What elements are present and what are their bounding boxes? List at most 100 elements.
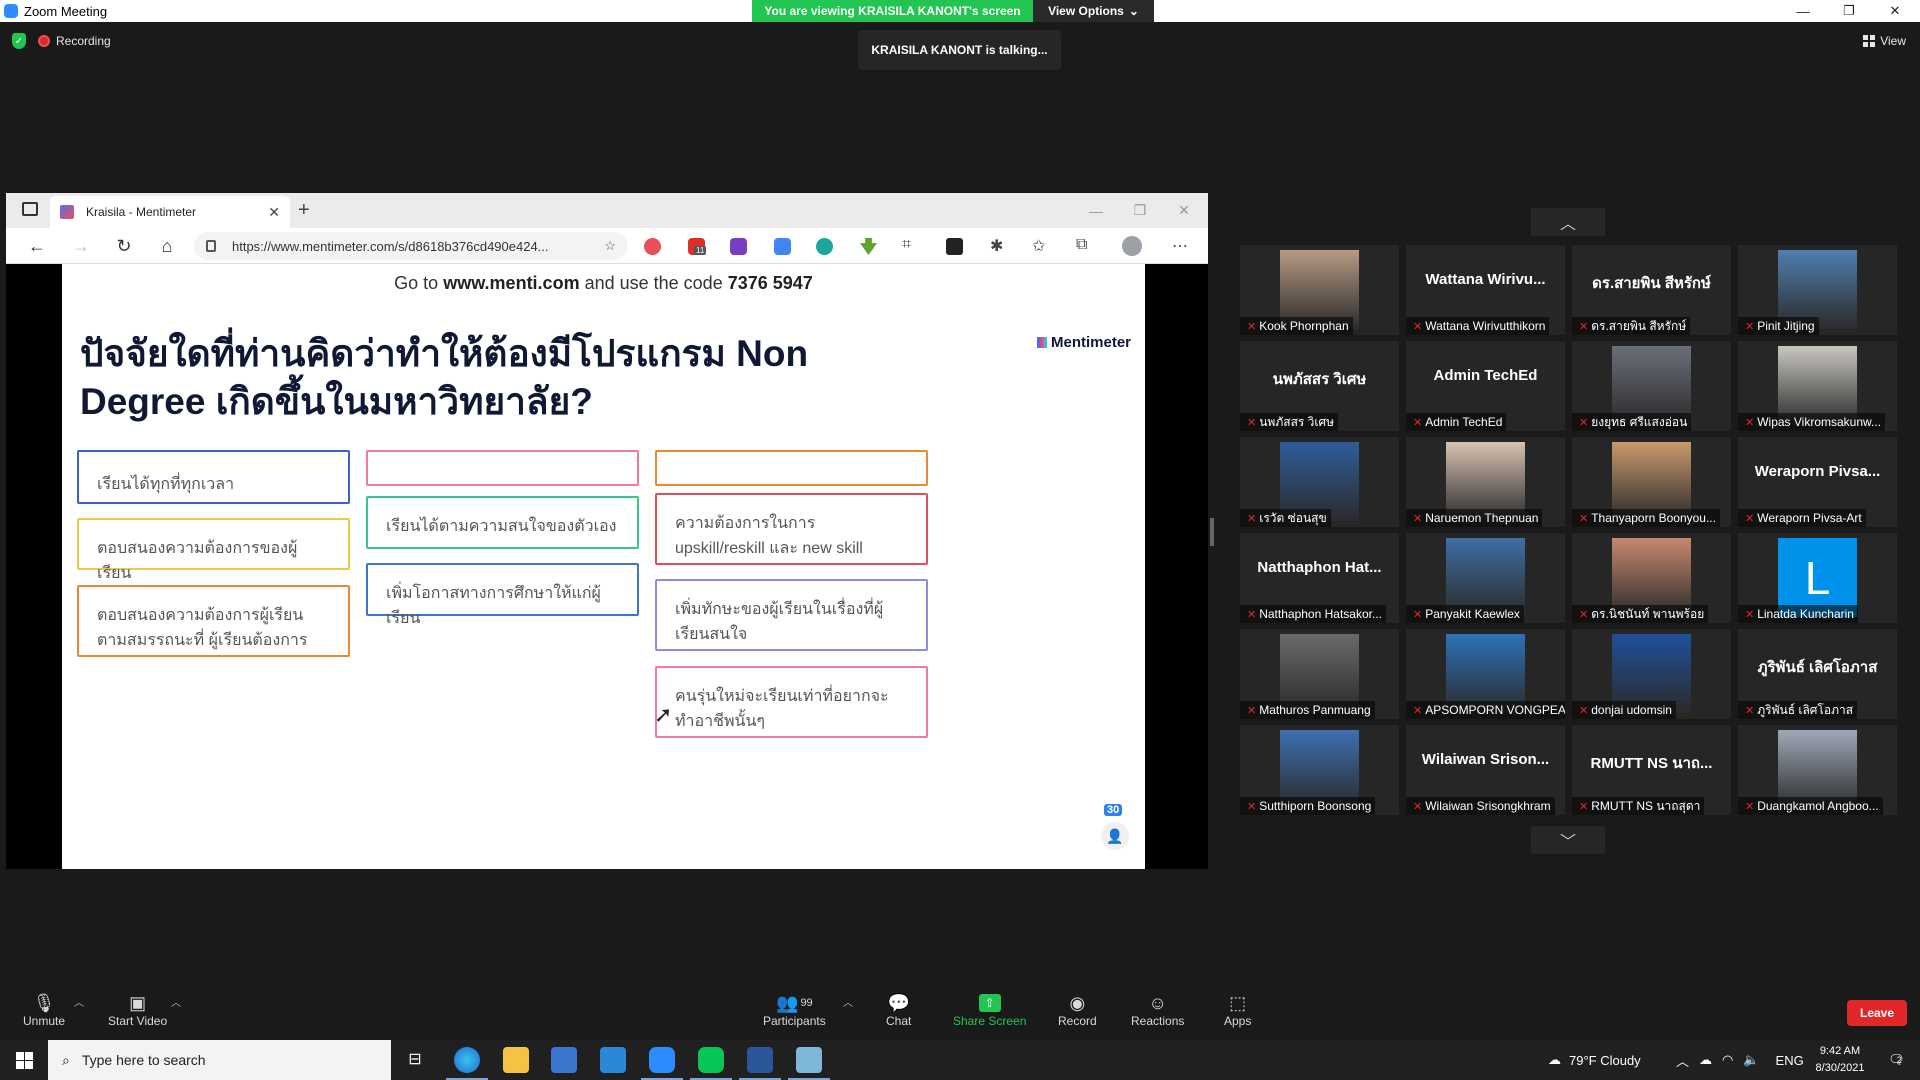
qr-extension-icon[interactable]: ⌗	[902, 236, 911, 254]
response-card: ตอบสนองความต้องการผู้เรียน ตามสมรรถนะที่…	[77, 585, 350, 657]
translate-extension-icon[interactable]	[774, 238, 791, 255]
participant-tile[interactable]: ✕ Duangkamol Angboo...	[1738, 725, 1897, 815]
browser-restore-icon[interactable]: ❐	[1118, 193, 1162, 228]
participant-tile[interactable]: ✕ APSOMPORN VONGPEA...	[1406, 629, 1565, 719]
participant-tile[interactable]: Wattana Wirivu... ✕ Wattana Wirivutthikorn	[1406, 245, 1565, 335]
leave-button[interactable]: Leave	[1847, 1000, 1907, 1026]
notifications-icon[interactable]: 🗨 2	[1880, 1040, 1910, 1080]
share-screen-button[interactable]: ⇧ Share Screen	[953, 992, 1026, 1028]
word-icon[interactable]	[747, 1047, 773, 1073]
participant-tile[interactable]: Admin TechEd ✕ Admin TechEd	[1406, 341, 1565, 431]
audio-options-caret-icon[interactable]: ︿	[74, 994, 84, 1009]
onenote-extension-icon[interactable]	[730, 238, 747, 255]
participant-tile[interactable]: ภูริพันธ์ เลิศโอภาส ✕ ภูริพันธ์ เลิศโอภาส	[1738, 629, 1897, 719]
participants-caret-icon[interactable]: ︿	[843, 994, 853, 1009]
profile-avatar[interactable]	[1122, 236, 1142, 256]
extension-red-icon[interactable]: 11	[688, 238, 707, 255]
store-icon[interactable]	[551, 1047, 577, 1073]
start-button[interactable]	[0, 1040, 48, 1080]
zoom-taskbar-icon[interactable]	[649, 1047, 675, 1073]
participant-tile[interactable]: RMUTT NS นาถ... ✕ RMUTT NS นาถสุดา	[1572, 725, 1731, 815]
teal-extension-icon[interactable]	[816, 238, 833, 255]
start-video-button[interactable]: ▣ Start Video	[108, 992, 167, 1029]
gallery-down-icon[interactable]: ﹀	[1531, 826, 1605, 854]
gallery-up-icon[interactable]: ︿	[1531, 208, 1605, 236]
participant-tile[interactable]: Weraporn Pivsa... ✕ Weraporn Pivsa-Art	[1738, 437, 1897, 527]
participant-tile[interactable]: ✕ Pinit Jitjing	[1738, 245, 1897, 335]
participant-tile[interactable]: ✕ ดร.นิชนันท์ พานพร้อย	[1572, 533, 1731, 623]
participant-tile[interactable]: ✕ Sutthiporn Boonsong	[1240, 725, 1399, 815]
unmute-button[interactable]: 🎙 Unmute	[23, 992, 65, 1029]
participants-button[interactable]: 👥 99 Participants	[763, 992, 826, 1029]
mic-muted-icon: ✕	[1745, 416, 1755, 429]
notion-extension-icon[interactable]	[946, 238, 963, 255]
browser-close-icon[interactable]: ✕	[1162, 193, 1206, 228]
view-button[interactable]: View	[1863, 34, 1906, 48]
record-button[interactable]: ◉ Record	[1058, 992, 1097, 1029]
participant-tile[interactable]: ✕ Naruemon Thepnuan	[1406, 437, 1565, 527]
favorite-star-icon[interactable]: ☆	[604, 238, 616, 254]
home-icon[interactable]: ⌂	[156, 236, 178, 257]
participant-name: APSOMPORN VONGPEA...	[1425, 703, 1565, 717]
favorites-icon[interactable]: ✩	[1032, 236, 1045, 256]
address-bar[interactable]: https://www.mentimeter.com/s/d8618b376cd…	[194, 232, 628, 260]
browser-tab-title: Kraisila - Mentimeter	[86, 205, 197, 219]
extensions-puzzle-icon[interactable]: ✱	[990, 236, 1003, 256]
reload-icon[interactable]: ↻	[113, 236, 135, 257]
line-app-icon[interactable]	[698, 1047, 724, 1073]
tab-close-icon[interactable]: ✕	[268, 204, 280, 221]
participant-tile[interactable]: ✕ Panyakit Kaewlex	[1406, 533, 1565, 623]
volume-icon[interactable]: 🔈	[1743, 1052, 1759, 1068]
restore-icon[interactable]: ❐	[1826, 0, 1872, 22]
weather-widget[interactable]: ☁ 79°F Cloudy	[1548, 1040, 1641, 1080]
participant-tile[interactable]: นพภัสสร วิเศษ ✕ นพภัสสร วิเศษ	[1240, 341, 1399, 431]
file-explorer-icon[interactable]	[503, 1047, 529, 1073]
participant-tile[interactable]: ✕ Mathuros Panmuang	[1240, 629, 1399, 719]
participant-tile[interactable]: L ✕ Linatda Kuncharin	[1738, 533, 1897, 623]
tab-actions-icon[interactable]	[22, 202, 38, 216]
participant-tile[interactable]: ✕ เรวัต ซ่อนสุข	[1240, 437, 1399, 527]
participant-name-label: ✕ Wilaiwan Srisongkhram	[1406, 797, 1555, 815]
view-options-button[interactable]: View Options ⌄	[1033, 0, 1154, 22]
participant-tile[interactable]: ดร.สายพิน สีหรักษ์ ✕ ดร.สายพิน สีหรักษ์	[1572, 245, 1731, 335]
tray-expand-icon[interactable]: ︿	[1676, 1051, 1689, 1070]
participant-tile[interactable]: ✕ Thanyaporn Boonyou...	[1572, 437, 1731, 527]
task-view-icon[interactable]: ⊟	[402, 1047, 428, 1073]
download-extension-icon[interactable]	[860, 238, 877, 255]
taskbar-clock[interactable]: 9:42 AM 8/30/2021	[1810, 1043, 1870, 1077]
video-options-caret-icon[interactable]: ︿	[171, 994, 181, 1009]
browser-tab[interactable]: Kraisila - Mentimeter ✕	[50, 196, 290, 228]
grid-view-icon	[1863, 35, 1876, 47]
back-icon[interactable]: ←	[26, 236, 48, 257]
security-shield-icon[interactable]: ✓	[12, 33, 26, 49]
forward-icon[interactable]: →	[70, 236, 92, 257]
mouse-cursor-icon: ➚	[654, 702, 673, 727]
participant-tile[interactable]: ✕ Kook Phornphan	[1240, 245, 1399, 335]
close-icon[interactable]: ✕	[1872, 0, 1918, 22]
taskbar-search[interactable]: ⌕ Type here to search	[48, 1040, 391, 1080]
adblock-extension-icon[interactable]	[644, 238, 661, 255]
mic-muted-icon: ✕	[1247, 416, 1257, 429]
participant-tile[interactable]: ✕ Wipas Vikromsakunw...	[1738, 341, 1897, 431]
collections-icon[interactable]: ⧉	[1076, 236, 1087, 254]
browser-minimize-icon[interactable]: —	[1074, 193, 1118, 228]
onedrive-icon[interactable]: ☁	[1699, 1052, 1712, 1068]
participant-tile[interactable]: Wilaiwan Srison... ✕ Wilaiwan Srisongkhram	[1406, 725, 1565, 815]
chat-button[interactable]: 💬 Chat	[886, 992, 911, 1029]
network-icon[interactable]: ◠	[1722, 1052, 1733, 1068]
notes-app-icon[interactable]	[796, 1047, 822, 1073]
participant-tile[interactable]: ✕ donjai udomsin	[1572, 629, 1731, 719]
mail-icon[interactable]	[600, 1047, 626, 1073]
language-indicator[interactable]: ENG	[1776, 1053, 1804, 1068]
participant-name-label: ✕ Pinit Jitjing	[1738, 317, 1819, 335]
participant-tile[interactable]: ✕ ยงยุทธ ศรีแสงอ่อน	[1572, 341, 1731, 431]
new-tab-icon[interactable]: +	[298, 199, 310, 222]
participant-tile[interactable]: Natthaphon Hat... ✕ Natthaphon Hatsakor...	[1240, 533, 1399, 623]
more-menu-icon[interactable]: ⋯	[1172, 236, 1188, 256]
panel-splitter[interactable]	[1210, 518, 1214, 546]
reactions-button[interactable]: ☺ Reactions	[1131, 992, 1184, 1029]
edge-browser-icon[interactable]	[454, 1047, 480, 1073]
recording-indicator[interactable]: Recording	[38, 34, 111, 48]
apps-button[interactable]: ⬚ Apps	[1224, 992, 1251, 1029]
minimize-icon[interactable]: —	[1780, 0, 1826, 22]
